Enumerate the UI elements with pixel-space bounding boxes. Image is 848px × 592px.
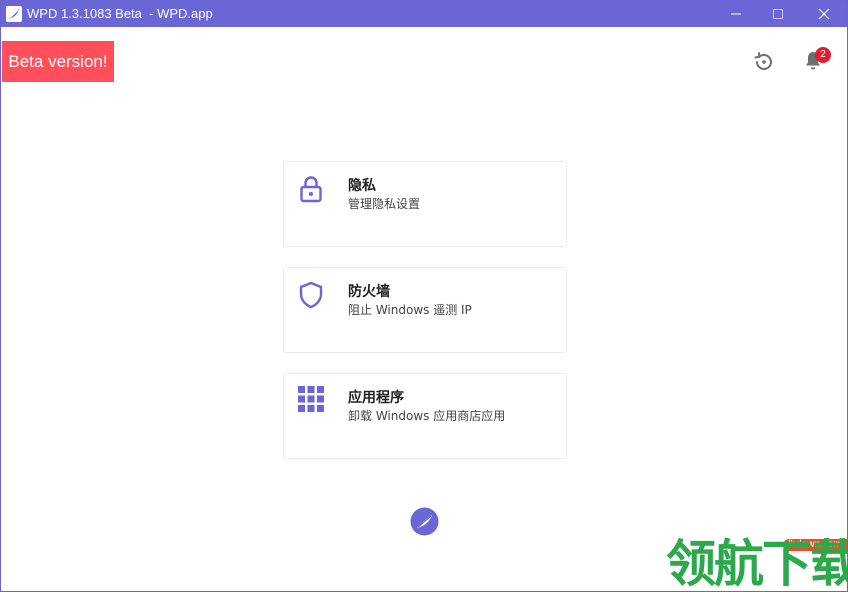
history-button[interactable] bbox=[752, 50, 776, 74]
privacy-description: 管理隐私设置 bbox=[348, 197, 421, 211]
firewall-title: 防火墙 bbox=[348, 284, 390, 300]
maximize-icon bbox=[773, 9, 783, 19]
wpd-footer-logo-icon[interactable] bbox=[410, 507, 439, 536]
app-window: WPD 1.3.1083 Beta - WPD.app Beta version… bbox=[0, 0, 848, 592]
wpd-logo-icon bbox=[6, 6, 22, 22]
window-title: WPD 1.3.1083 Beta - WPD.app bbox=[27, 6, 213, 21]
beta-badge: Beta version! bbox=[2, 41, 114, 82]
history-icon bbox=[754, 52, 772, 70]
grid-icon bbox=[298, 386, 324, 412]
notification-count-badge: 2 bbox=[815, 47, 831, 63]
watermark-text: 领航下载 bbox=[666, 535, 848, 592]
close-icon bbox=[818, 8, 830, 20]
apps-title: 应用程序 bbox=[348, 390, 404, 406]
privacy-title: 隐私 bbox=[348, 178, 376, 194]
title-bar[interactable]: WPD 1.3.1083 Beta - WPD.app bbox=[1, 1, 847, 27]
apps-description: 卸载 Windows 应用商店应用 bbox=[348, 409, 506, 423]
apps-card[interactable]: 应用程序 卸载 Windows 应用商店应用 bbox=[283, 373, 567, 459]
shield-icon bbox=[299, 281, 323, 309]
privacy-card[interactable]: 隐私 管理隐私设置 bbox=[283, 161, 567, 247]
minimize-button[interactable] bbox=[713, 1, 759, 27]
maximize-button[interactable] bbox=[755, 1, 801, 27]
lock-icon bbox=[300, 176, 322, 203]
firewall-description: 阻止 Windows 遥测 IP bbox=[348, 303, 472, 317]
firewall-card[interactable]: 防火墙 阻止 Windows 遥测 IP bbox=[283, 267, 567, 353]
close-button[interactable] bbox=[801, 1, 847, 27]
minimize-icon bbox=[731, 13, 741, 15]
